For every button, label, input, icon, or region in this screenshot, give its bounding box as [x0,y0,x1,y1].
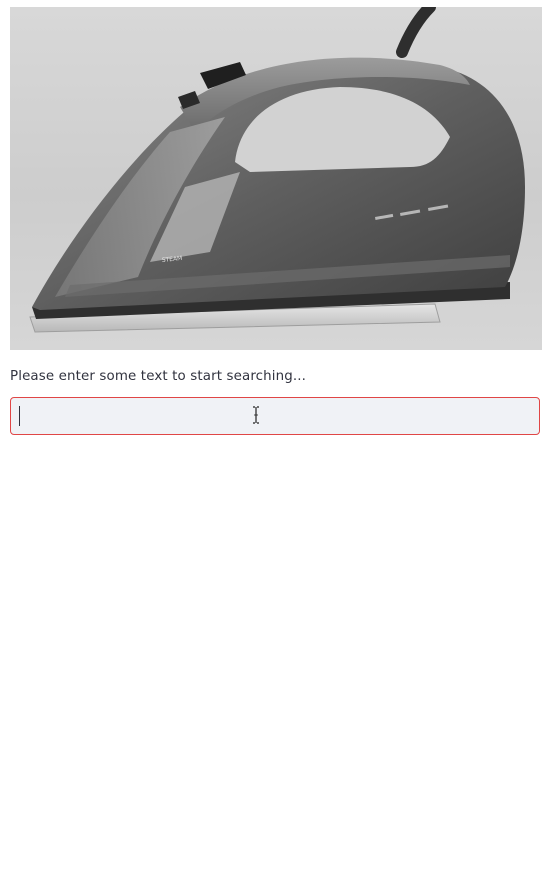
ibeam-cursor-icon [253,406,259,424]
steam-iron-illustration: STEAM [29,7,525,333]
search-field[interactable] [10,397,540,435]
search-input[interactable] [19,398,531,434]
text-caret [19,406,20,426]
search-prompt: Please enter some text to start searchin… [10,369,307,384]
product-image: STEAM [10,7,542,350]
page: STEAM Please enter some text to start se… [0,0,560,869]
